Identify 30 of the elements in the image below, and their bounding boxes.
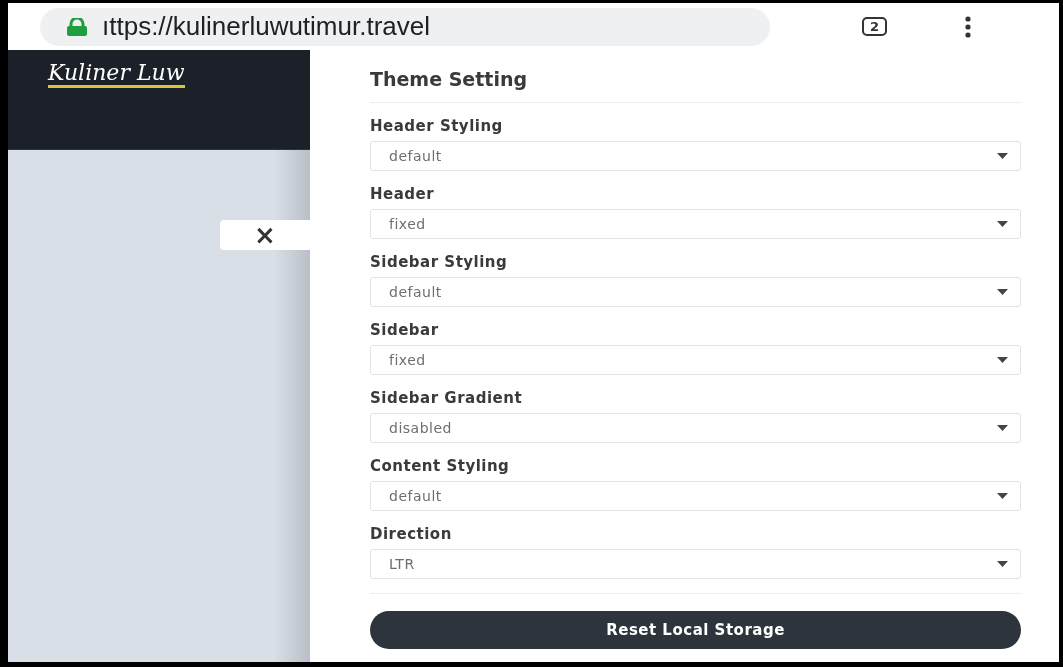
setting-label: Content Styling (370, 457, 511, 475)
url-text: ıttps://kulinerluwutimur.travel (102, 11, 430, 42)
reset-button[interactable]: Reset Local Storage (370, 611, 1021, 649)
caret-icon (997, 153, 1008, 159)
select-field[interactable]: default (370, 481, 1021, 511)
caret-icon (997, 221, 1008, 227)
setting-label: Sidebar Gradient (370, 389, 524, 407)
address-bar[interactable]: ıttps://kulinerluwutimur.travel (40, 7, 770, 46)
caret-icon (997, 493, 1008, 499)
select-field[interactable]: LTR (370, 549, 1021, 579)
select-field[interactable]: disabled (370, 413, 1021, 443)
setting-label: Header Styling (370, 117, 504, 135)
caret-icon (997, 561, 1008, 567)
menu-icon[interactable] (965, 15, 972, 38)
caret-icon (997, 425, 1008, 431)
panel-title: Theme Setting (370, 68, 1021, 103)
select-field[interactable]: fixed (370, 209, 1021, 239)
lock-icon (66, 17, 88, 36)
close-button[interactable]: × (220, 220, 310, 250)
tab-count-button[interactable]: 2 (862, 17, 888, 36)
setting-label: Sidebar Styling (370, 253, 509, 271)
caret-icon (997, 289, 1008, 295)
caret-icon (997, 357, 1008, 363)
select-field[interactable]: default (370, 277, 1021, 307)
logo[interactable]: Kuliner Luw (48, 60, 185, 88)
setting-label: Direction (370, 525, 453, 543)
select-field[interactable]: fixed (370, 345, 1021, 375)
setting-label: Sidebar (370, 321, 440, 339)
setting-label: Header (370, 185, 436, 203)
select-field[interactable]: default (370, 141, 1021, 171)
